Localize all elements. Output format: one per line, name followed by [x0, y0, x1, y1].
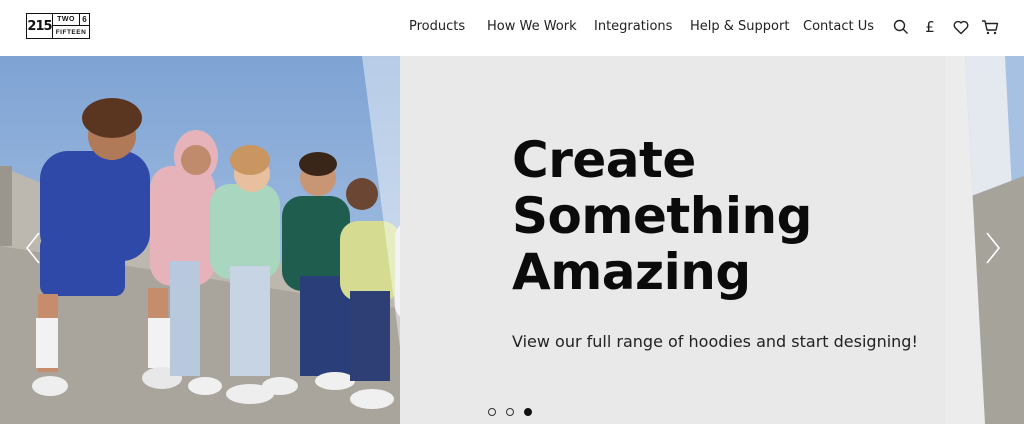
search-icon[interactable] — [891, 17, 911, 37]
carousel-dots — [488, 408, 532, 416]
hero-banner: Create Something Amazing View our full r… — [0, 56, 1024, 424]
chevron-right-icon — [986, 232, 1001, 264]
hero-photo — [0, 56, 460, 424]
nav-how-we-work[interactable]: How We Work — [487, 19, 577, 34]
currency-icon[interactable]: £ — [920, 17, 940, 37]
logo-word-top: TWO — [53, 14, 80, 25]
carousel-dot-2[interactable] — [506, 408, 514, 416]
hero-subtitle: View our full range of hoodies and start… — [512, 332, 918, 351]
site-header: 215 TWO 6 FIFTEEN Products How We Work I… — [0, 0, 1024, 56]
carousel-prev-button[interactable] — [24, 231, 42, 265]
logo-digit: 6 — [82, 15, 87, 24]
nav-integrations[interactable]: Integrations — [594, 19, 672, 34]
carousel-dot-3[interactable] — [524, 408, 532, 416]
headline-line-3: Amazing — [512, 243, 751, 301]
logo-number: 215 — [27, 14, 53, 38]
carousel-next-button[interactable] — [984, 231, 1002, 265]
carousel-dot-1[interactable] — [488, 408, 496, 416]
hero-headline: Create Something Amazing — [512, 132, 812, 300]
cart-icon[interactable] — [980, 17, 1000, 37]
chevron-left-icon — [25, 232, 40, 264]
nav-help-support[interactable]: Help & Support — [690, 19, 789, 34]
nav-contact-us[interactable]: Contact Us — [803, 19, 874, 34]
logo-word-bottom: FIFTEEN — [55, 28, 87, 36]
nav-products[interactable]: Products — [409, 19, 465, 34]
brand-logo[interactable]: 215 TWO 6 FIFTEEN — [26, 13, 90, 39]
heart-icon[interactable] — [951, 17, 971, 37]
headline-line-1: Create — [512, 131, 696, 189]
headline-line-2: Something — [512, 187, 812, 245]
